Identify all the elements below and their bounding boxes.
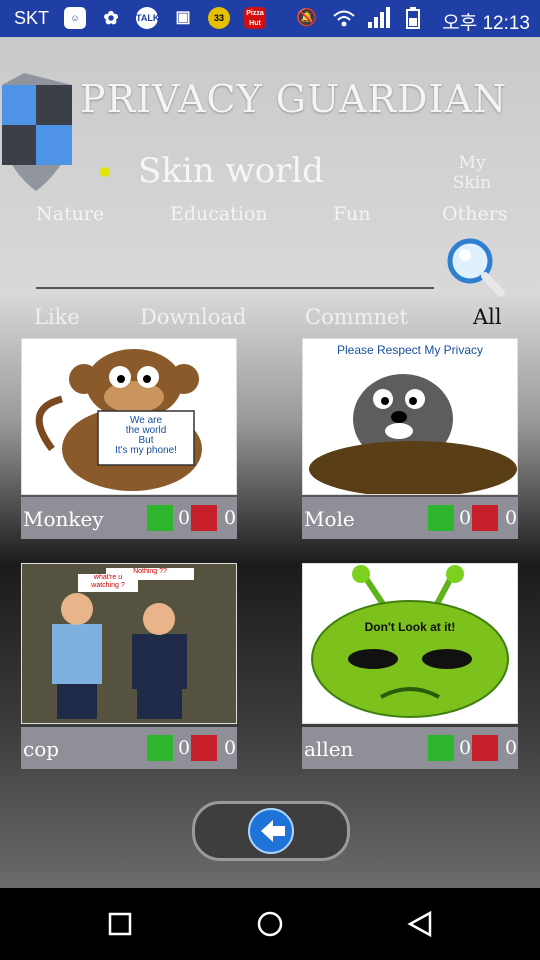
dislike-count: 0 xyxy=(505,507,518,529)
category-education[interactable]: Education xyxy=(170,203,268,225)
thumbs-up-icon[interactable] xyxy=(428,735,454,761)
shield-logo-icon xyxy=(2,73,72,191)
allen-caption: Don't Look at it! xyxy=(364,620,456,634)
category-others[interactable]: Others xyxy=(442,203,508,225)
monkey-sign: We are the world But It's my phone! xyxy=(98,416,194,456)
skin-name: Monkey xyxy=(23,507,104,531)
allen-thumbnail[interactable]: Don't Look at it! xyxy=(302,563,518,724)
filter-all[interactable]: All xyxy=(473,305,502,329)
clover-icon: ✿ xyxy=(103,8,119,28)
like-count: 0 xyxy=(459,507,472,529)
mole-thumbnail[interactable]: Please Respect My Privacy xyxy=(302,338,518,497)
thumbs-up-icon[interactable] xyxy=(428,505,454,531)
thumbs-down-icon[interactable] xyxy=(472,505,498,531)
mole-caption: Please Respect My Privacy xyxy=(336,343,484,357)
skin-name: Mole xyxy=(304,507,355,531)
subtitle: Skin world xyxy=(138,151,324,191)
status-bar: SKT ☺ ✿ TALK ▣ 33 Pizza Hut 🔕 오후 12:13 xyxy=(0,0,540,37)
home-icon[interactable] xyxy=(256,910,284,938)
category-fun[interactable]: Fun xyxy=(333,203,371,225)
thumbs-down-icon[interactable] xyxy=(191,735,217,761)
back-arrow-icon xyxy=(248,808,294,854)
app-screen: PRIVACY GUARDIAN Skin world My Skin Natu… xyxy=(0,37,540,888)
gallery-icon: ▣ xyxy=(175,9,191,26)
like-count: 0 xyxy=(178,737,191,759)
skin-name: allen xyxy=(304,737,354,761)
my-skin-line-2: Skin xyxy=(452,173,492,193)
back-button[interactable] xyxy=(192,801,350,861)
alien-image xyxy=(311,565,509,718)
badge-33-icon: 33 xyxy=(208,7,230,29)
thumbs-down-icon[interactable] xyxy=(472,735,498,761)
filter-comment[interactable]: Commnet xyxy=(305,305,408,329)
like-count: 0 xyxy=(459,737,472,759)
face-icon: ☺ xyxy=(64,7,86,29)
system-nav-bar xyxy=(0,888,540,960)
back-nav-icon[interactable] xyxy=(406,910,434,938)
carrier-label: SKT xyxy=(14,8,50,28)
card-footer: Monkey 0 0 xyxy=(21,497,237,539)
battery-icon xyxy=(402,7,424,29)
filter-like[interactable]: Like xyxy=(34,305,80,329)
search-input[interactable] xyxy=(36,287,434,289)
cop-caption-3: watching ? xyxy=(91,582,125,589)
dislike-count: 0 xyxy=(224,737,237,759)
cop-caption-2: what're u xyxy=(93,574,123,581)
card-footer: Mole 0 0 xyxy=(302,497,518,539)
skin-name: cop xyxy=(23,737,60,761)
recent-apps-icon[interactable] xyxy=(108,912,132,936)
thumbs-up-icon[interactable] xyxy=(147,735,173,761)
dislike-count: 0 xyxy=(505,737,518,759)
monkey-caption-4: It's my phone! xyxy=(115,445,177,456)
talk-icon: TALK xyxy=(136,7,159,29)
wifi-icon xyxy=(332,7,355,29)
mole-image xyxy=(309,374,517,497)
my-skin-line-1: My xyxy=(458,153,486,173)
like-count: 0 xyxy=(178,507,191,529)
filter-download[interactable]: Download xyxy=(140,305,246,329)
signal-icon xyxy=(366,7,390,29)
monkey-thumbnail[interactable]: We are the world But It's my phone! xyxy=(21,338,237,495)
thumbs-up-icon[interactable] xyxy=(147,505,173,531)
dislike-count: 0 xyxy=(224,507,237,529)
app-title: PRIVACY GUARDIAN xyxy=(80,77,508,121)
thumbs-down-icon[interactable] xyxy=(191,505,217,531)
clock: 오후 12:13 xyxy=(442,13,530,34)
pizza-icon: Pizza Hut xyxy=(244,7,266,29)
my-skin-button[interactable]: My Skin xyxy=(440,153,504,193)
category-nature[interactable]: Nature xyxy=(36,203,104,225)
bullet-dot xyxy=(100,167,110,177)
search-icon[interactable] xyxy=(446,237,506,299)
cop-thumbnail[interactable]: Nothing ?? what're u watching ? xyxy=(21,563,237,724)
card-footer: cop 0 0 xyxy=(21,727,237,769)
mute-icon: 🔕 xyxy=(296,8,318,27)
card-footer: allen 0 0 xyxy=(302,727,518,769)
cop-bubble: what're u watching ? xyxy=(78,574,138,590)
